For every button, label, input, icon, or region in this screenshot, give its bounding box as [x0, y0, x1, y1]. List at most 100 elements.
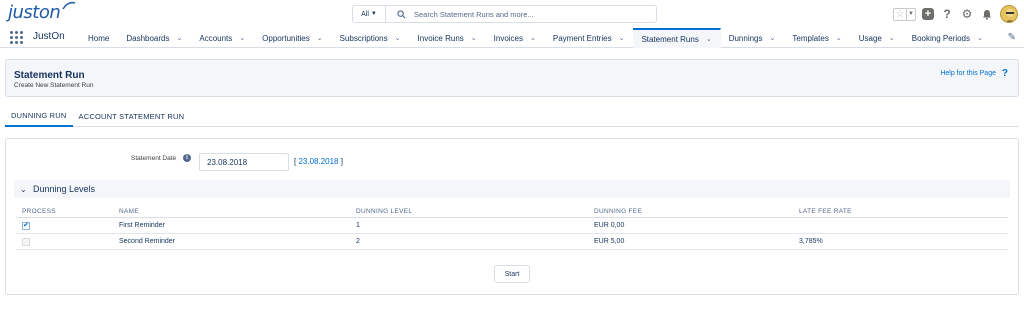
process-cell — [22, 234, 30, 249]
process-cell: ✔ — [22, 218, 30, 233]
help-link[interactable]: Help for this Page — [940, 70, 996, 77]
nav-item-home[interactable]: Home — [80, 28, 118, 48]
chevron-down-icon[interactable]: ⌄ — [530, 34, 536, 42]
help-icon[interactable]: ? — [1002, 68, 1008, 79]
nav-item-payment-entries[interactable]: Payment Entries ⌄ — [545, 28, 634, 48]
nav-item-label: Opportunities — [262, 33, 310, 43]
favorites-group: ☆ ▼ — [893, 7, 916, 21]
nav-item-label: Dashboards — [126, 33, 170, 43]
header-actions: ☆ ▼ + ? ⚙ — [893, 5, 1018, 23]
question-icon[interactable]: ? — [940, 7, 954, 21]
nav-item-label: Invoices — [493, 33, 523, 43]
column-header-dunning-fee: DUNNING FEE — [594, 207, 643, 215]
tab-bar: DUNNING RUN ACCOUNT STATEMENT RUN — [5, 105, 1019, 127]
dunning-level-cell: 2 — [356, 238, 360, 245]
late-fee-rate-cell: 3,785% — [799, 238, 823, 245]
nav-item-usage[interactable]: Usage ⌄ — [851, 28, 904, 48]
logo-text: juston — [8, 2, 61, 23]
nav-item-invoice-runs[interactable]: Invoice Runs ⌄ — [410, 28, 486, 48]
app-logo[interactable]: juston — [8, 1, 76, 23]
chevron-down-icon[interactable]: ⌄ — [619, 34, 625, 42]
nav-item-label: Accounts — [199, 33, 233, 43]
chevron-down-icon[interactable]: ▼ — [906, 8, 915, 20]
chevron-down-icon[interactable]: ⌄ — [770, 34, 776, 42]
nav-item-label: Invoice Runs — [417, 33, 464, 43]
section-title: Dunning Levels — [33, 184, 96, 194]
nav-item-opportunities[interactable]: Opportunities ⌄ — [254, 28, 331, 48]
nav-item-label: Subscriptions — [339, 33, 388, 43]
global-search: All ▼ — [352, 5, 657, 23]
process-checkbox[interactable] — [22, 237, 30, 246]
chevron-down-icon[interactable]: ⌄ — [239, 34, 245, 42]
nav-item-label: Dunnings — [728, 33, 763, 43]
nav-item-subscriptions[interactable]: Subscriptions ⌄ — [332, 28, 410, 48]
column-header-late-fee-rate: LATE FEE RATE — [799, 207, 852, 215]
chevron-down-icon[interactable]: ⌄ — [836, 34, 842, 42]
search-icon — [396, 9, 406, 19]
nav-item-statement-runs[interactable]: Statement Runs ⌄ — [633, 28, 721, 48]
pencil-icon[interactable]: ✎ — [1008, 32, 1016, 43]
star-icon[interactable]: ☆ — [894, 9, 906, 20]
avatar[interactable] — [1000, 5, 1018, 23]
search-scope-dropdown[interactable]: All ▼ — [353, 6, 386, 22]
nav-items: Home Dashboards ⌄ Accounts ⌄ Opportunities… — [80, 28, 992, 48]
name-cell: Second Reminder — [119, 238, 176, 245]
nav-item-accounts[interactable]: Accounts ⌄ — [191, 28, 254, 48]
statement-run-card: Statement Date i [ 23.08.2018 ] ⌄ Dunnin… — [5, 138, 1019, 295]
nav-item-label: Payment Entries — [552, 33, 612, 43]
page-header: Statement Run Create New Statement Run H… — [5, 59, 1019, 97]
chevron-down-icon[interactable]: ⌄ — [317, 34, 323, 42]
bell-icon[interactable] — [980, 7, 994, 21]
nav-item-templates[interactable]: Templates ⌄ — [784, 28, 850, 48]
dunning-fee-cell: EUR 5,00 — [594, 238, 625, 245]
nav-item-invoices[interactable]: Invoices ⌄ — [486, 28, 545, 48]
chevron-down-icon[interactable]: ⌄ — [889, 34, 895, 42]
chevron-down-icon[interactable]: ⌄ — [471, 34, 477, 42]
bracket-open: [ — [294, 157, 297, 166]
today-date-shortcut: [ 23.08.2018 ] — [294, 157, 343, 166]
nav-item-booking-periods[interactable]: Booking Periods ⌄ — [904, 28, 992, 48]
gear-icon[interactable]: ⚙ — [960, 7, 974, 21]
column-header-process: PROCESS — [22, 207, 56, 215]
app-launcher-icon[interactable] — [10, 31, 23, 44]
chevron-down-icon[interactable]: ⌄ — [977, 34, 983, 42]
dunning-level-cell: 1 — [356, 222, 360, 229]
page-subtitle: Create New Statement Run — [14, 82, 94, 89]
chevron-down-icon[interactable]: ⌄ — [176, 34, 182, 42]
nav-item-label: Statement Runs — [641, 34, 699, 44]
tab-dunning-run[interactable]: DUNNING RUN — [5, 105, 73, 127]
process-checkbox[interactable]: ✔ — [22, 221, 30, 230]
info-icon[interactable]: i — [183, 154, 191, 162]
search-input[interactable] — [414, 9, 644, 19]
navigation-bar: JustOn Home Dashboards ⌄ Accounts ⌄ Opport… — [0, 28, 1024, 48]
nav-item-label: Booking Periods — [911, 33, 970, 43]
statement-date-input[interactable] — [199, 153, 289, 171]
caret-down-icon: ▼ — [370, 11, 377, 17]
chevron-down-icon[interactable]: ⌄ — [706, 35, 712, 43]
column-header-dunning-level: DUNNING LEVEL — [356, 207, 413, 215]
logo-swoosh-icon — [62, 1, 76, 10]
today-date-link[interactable]: 23.08.2018 — [298, 157, 338, 166]
statement-date-label: Statement Date — [131, 155, 177, 162]
chevron-down-icon[interactable]: ⌄ — [395, 34, 401, 42]
app-name: JustOn — [33, 31, 65, 42]
nav-item-dunnings[interactable]: Dunnings ⌄ — [721, 28, 785, 48]
start-button[interactable]: Start — [494, 265, 530, 283]
page-title: Statement Run — [14, 70, 85, 81]
tab-account-statement-run[interactable]: ACCOUNT STATEMENT RUN — [73, 105, 191, 127]
column-header-name: NAME — [119, 207, 139, 215]
nav-item-dashboards[interactable]: Dashboards ⌄ — [118, 28, 191, 48]
table-row: ✔ First Reminder 1 EUR 0,00 — [16, 218, 1008, 234]
bracket-close: ] — [340, 157, 343, 166]
plus-icon[interactable]: + — [922, 8, 934, 20]
search-scope-label: All — [361, 10, 369, 18]
dunning-fee-cell: EUR 0,00 — [594, 222, 625, 229]
nav-item-label: Home — [88, 33, 110, 43]
table-header-row: PROCESS NAME DUNNING LEVEL DUNNING FEE L… — [16, 205, 1008, 218]
table-row: Second Reminder 2 EUR 5,00 3,785% — [16, 234, 1008, 250]
chevron-down-icon[interactable]: ⌄ — [20, 185, 28, 194]
dunning-levels-section-header[interactable]: ⌄ Dunning Levels — [14, 180, 1010, 198]
dunning-levels-table: PROCESS NAME DUNNING LEVEL DUNNING FEE L… — [16, 205, 1008, 250]
name-cell: First Reminder — [119, 222, 165, 229]
global-header: juston All ▼ ☆ ▼ + ? ⚙ — [0, 0, 1024, 28]
